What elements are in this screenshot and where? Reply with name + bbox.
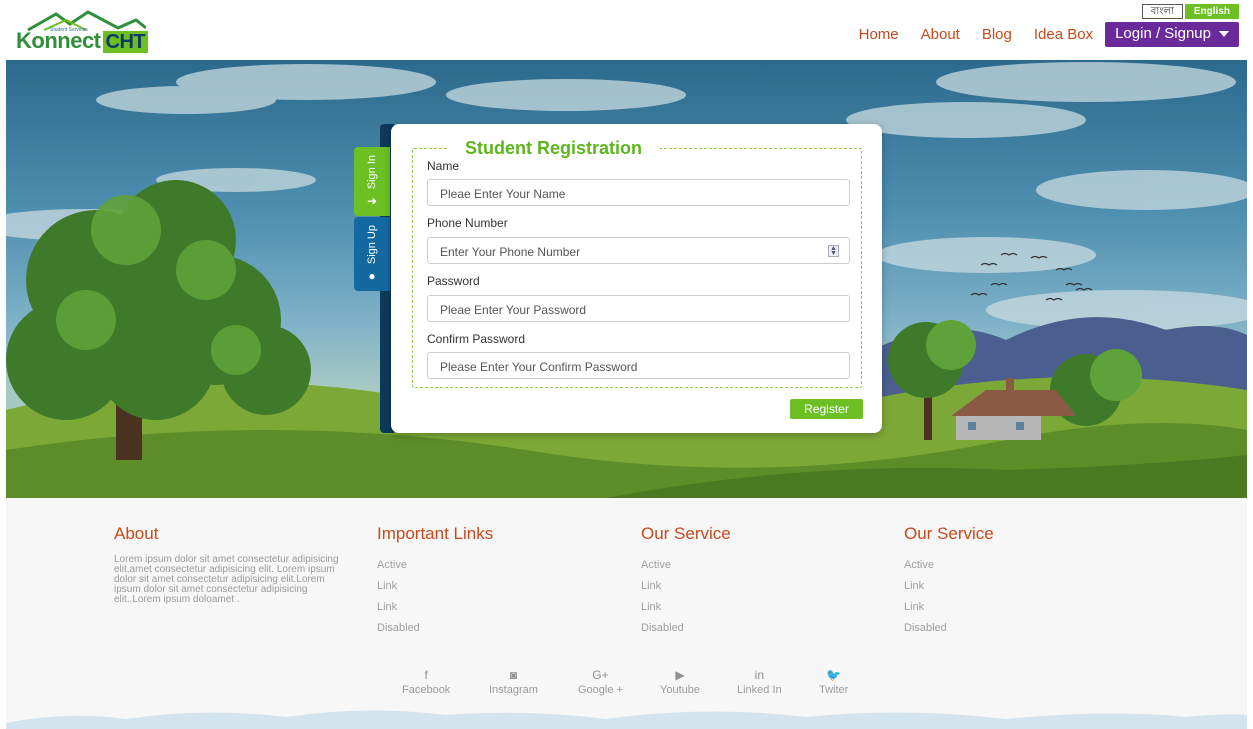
footer-about: About Lorem ipsum dolor sit amet consect… [114,524,354,605]
footer-link-disabled: Disabled [904,622,947,634]
footer-link[interactable]: Link [377,576,617,597]
phone-placeholder: Enter Your Phone Number [440,245,581,259]
register-button[interactable]: Register [790,399,863,419]
footer-link-active[interactable]: Active [377,555,617,576]
tab-sign-in[interactable]: Sign In ➜ [354,147,390,216]
footer-link-disabled: Disabled [377,622,420,634]
google-plus-icon: G+ [592,668,609,682]
site-logo[interactable]: Konnect CHT Student Services [14,10,154,53]
language-switcher: বাংলা English [1141,4,1239,19]
registration-fieldset: Student Registration Name Pleae Enter Yo… [412,137,862,388]
phone-label: Phone Number [427,216,508,230]
nav-about-link[interactable]: About [921,25,960,45]
footer-about-title: About [114,524,159,543]
footer-link[interactable]: Link [904,597,1144,618]
footer-link-active[interactable]: Active [641,555,881,576]
logo-subtitle: Student Services [50,27,88,33]
form-title: Student Registration [447,137,661,159]
name-label: Name [427,159,460,173]
login-signup-dropdown[interactable]: Login / Signup [1105,22,1239,47]
footer-link-disabled: Disabled [641,622,684,634]
nav-blog-link[interactable]: Blog [982,25,1012,45]
footer-link[interactable]: Link [641,597,881,618]
footer-link-active[interactable]: Active [904,555,1144,576]
footer-our-service-2: Our Service Active Link Link Disabled [904,524,1144,639]
confirm-password-label: Confirm Password [427,332,526,346]
confirm-password-placeholder: Please Enter Your Confirm Password [440,360,638,374]
password-placeholder: Pleae Enter Your Password [440,303,587,317]
facebook-icon: f [424,668,428,682]
tab-sign-up[interactable]: Sign Up ● [354,217,390,291]
linkedin-icon: in [754,668,764,682]
footer-about-text: Lorem ipsum dolor sit amet consectetur a… [114,554,339,605]
password-field[interactable]: Pleae Enter Your Password [427,295,850,322]
footer-link[interactable]: Link [641,576,881,597]
logo-badge: CHT [102,31,149,53]
lang-bangla-button[interactable]: বাংলা [1141,4,1183,19]
chevron-down-icon [1219,31,1229,37]
phone-field[interactable]: Enter Your Phone Number ▲ ▼ [427,237,850,264]
nav-idea-box-link[interactable]: Idea Box [1034,25,1093,45]
tab-sign-in-label: Sign In [366,155,378,190]
footer-link[interactable]: Link [904,576,1144,597]
page: Konnect CHT Student Services বাংলা Englis… [0,0,1253,729]
nav-home-link[interactable]: Home [859,25,899,45]
twitter-icon: 🐦 [826,668,842,682]
name-placeholder: Pleae Enter Your Name [440,187,566,201]
login-signup-label: Login / Signup [1115,25,1211,42]
lang-english-button[interactable]: English [1184,4,1239,19]
sign-in-icon: ➜ [366,193,378,208]
footer-service-title: Our Service [904,524,994,543]
site-footer: About Lorem ipsum dolor sit amet consect… [6,498,1247,729]
footer-important-links-title: Important Links [377,524,494,543]
add-user-icon: ● [368,268,376,283]
footer-mountain-decoration [6,710,1247,729]
confirm-password-field[interactable]: Please Enter Your Confirm Password [427,352,850,379]
tab-sign-up-label: Sign Up [366,225,378,265]
instagram-icon: ◙ [509,668,518,682]
footer-link[interactable]: Link [377,597,617,618]
number-spinner-icon[interactable]: ▲ ▼ [828,245,839,257]
password-label: Password [427,274,480,288]
footer-our-service-1: Our Service Active Link Link Disabled [641,524,881,639]
youtube-icon: ▶ [675,668,685,682]
main-nav: Home About Blog Idea Box Login / Signup [837,22,1239,47]
site-header: Konnect CHT Student Services বাংলা Englis… [0,0,1253,60]
footer-important-links: Important Links Active Link Link Disable… [377,524,617,639]
registration-card: Student Registration Name Pleae Enter Yo… [391,124,882,433]
name-field[interactable]: Pleae Enter Your Name [427,179,850,206]
footer-service-title: Our Service [641,524,731,543]
